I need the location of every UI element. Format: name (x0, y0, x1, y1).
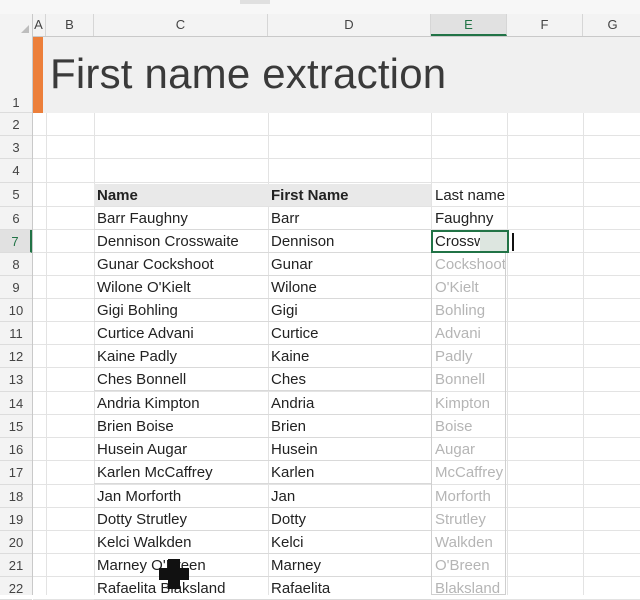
row-header-3[interactable]: 3 (0, 136, 32, 159)
cell-name[interactable]: Barr Faughny (97, 207, 267, 230)
row-header-21[interactable]: 21 (0, 554, 32, 577)
flash-fill-preview (431, 253, 506, 595)
row-header-16[interactable]: 16 (0, 438, 32, 461)
column-header-b[interactable]: B (46, 14, 94, 36)
column-header-f[interactable]: F (507, 14, 583, 36)
cell-name[interactable]: Dotty Strutley (97, 508, 267, 531)
row-header-7[interactable]: 7 (0, 230, 32, 253)
row-header-17[interactable]: 17 (0, 461, 32, 485)
row-header-20[interactable]: 20 (0, 531, 32, 554)
table-row-separator (94, 390, 431, 391)
row-header-14[interactable]: 14 (0, 392, 32, 415)
cell-first-name[interactable]: Dennison (271, 230, 429, 253)
cell-name[interactable]: Ches Bonnell (97, 368, 267, 391)
table-row-separator (94, 483, 431, 484)
column-header-e[interactable]: E (431, 14, 507, 36)
row-header-2[interactable]: 2 (0, 113, 32, 136)
cell-first-name[interactable]: Marney (271, 554, 429, 577)
row-header-10[interactable]: 10 (0, 299, 32, 322)
cell-select-cursor-icon (159, 559, 189, 589)
cell-name[interactable]: Kaine Padly (97, 345, 267, 368)
cell-first-name[interactable]: Husein (271, 438, 429, 461)
cell-first-name[interactable]: Andria (271, 392, 429, 415)
cell-first-name[interactable]: Ches (271, 368, 429, 391)
row-header-1[interactable]: 1 (0, 36, 32, 113)
cell-first-name[interactable]: Curtice (271, 322, 429, 345)
cell-first-name[interactable]: Karlen (271, 461, 429, 484)
column-header-g[interactable]: G (583, 14, 640, 36)
cell-last-name[interactable]: Faughny (435, 207, 507, 230)
cell-name[interactable]: Wilone O'Kielt (97, 276, 267, 299)
title-accent-bar (33, 37, 43, 113)
gridline (46, 113, 47, 595)
text-caret (512, 233, 514, 251)
header-last-name[interactable]: Last name (435, 184, 525, 207)
cell-first-name[interactable]: Gigi (271, 299, 429, 322)
cell-first-name[interactable]: Barr (271, 207, 429, 230)
cell-name[interactable]: Andria Kimpton (97, 392, 267, 415)
row-header-19[interactable]: 19 (0, 508, 32, 531)
cell-first-name[interactable]: Kelci (271, 531, 429, 554)
active-cell-e7[interactable] (431, 230, 509, 253)
row-header-18[interactable]: 18 (0, 485, 32, 508)
cell-name[interactable]: Jan Morforth (97, 485, 267, 508)
tab-edge (240, 0, 270, 4)
cell-name[interactable]: Karlen McCaffrey (97, 461, 267, 484)
row-header-11[interactable]: 11 (0, 322, 32, 345)
header-first-name[interactable]: First Name (271, 184, 429, 207)
cell-name[interactable]: Kelci Walkden (97, 531, 267, 554)
row-header-22[interactable]: 22 (0, 577, 32, 600)
cell-name[interactable]: Gunar Cockshoot (97, 253, 267, 276)
header-name[interactable]: Name (97, 184, 267, 207)
sheet-title[interactable]: First name extraction (50, 50, 446, 98)
cell-name[interactable]: Dennison Crosswaite (97, 230, 267, 253)
cell-first-name[interactable]: Gunar (271, 253, 429, 276)
gridline (33, 182, 640, 183)
cell-first-name[interactable]: Wilone (271, 276, 429, 299)
cell-first-name[interactable]: Rafaelita (271, 577, 429, 600)
gridline (33, 158, 640, 159)
gridline (33, 135, 640, 136)
cell-first-name[interactable]: Dotty (271, 508, 429, 531)
row-header-8[interactable]: 8 (0, 253, 32, 276)
row-header-9[interactable]: 9 (0, 276, 32, 299)
spreadsheet[interactable]: A B C D E F G 1 2 3 4 5 6 7 8 9 10 11 12 13 14 15 16 17 1… (0, 0, 640, 600)
cell-name[interactable]: Husein Augar (97, 438, 267, 461)
select-all-icon (21, 25, 29, 33)
row-header-4[interactable]: 4 (0, 159, 32, 183)
row-header-13[interactable]: 13 (0, 368, 32, 392)
cell-first-name[interactable]: Kaine (271, 345, 429, 368)
row-header-15[interactable]: 15 (0, 415, 32, 438)
column-header-d[interactable]: D (268, 14, 431, 36)
cell-first-name[interactable]: Jan (271, 485, 429, 508)
toolbar-edge (0, 0, 640, 14)
row-header-12[interactable]: 12 (0, 345, 32, 368)
cell-name[interactable]: Brien Boise (97, 415, 267, 438)
column-header-a[interactable]: A (32, 14, 46, 36)
gridline (583, 113, 584, 595)
row-header-6[interactable]: 6 (0, 207, 32, 230)
column-header-c[interactable]: C (94, 14, 268, 36)
select-all-corner[interactable] (0, 14, 33, 36)
cell-first-name[interactable]: Brien (271, 415, 429, 438)
cell-name[interactable]: Gigi Bohling (97, 299, 267, 322)
row-header-5[interactable]: 5 (0, 183, 32, 207)
column-header-bar: A B C D E F G (0, 14, 640, 37)
cell-name[interactable]: Curtice Advani (97, 322, 267, 345)
